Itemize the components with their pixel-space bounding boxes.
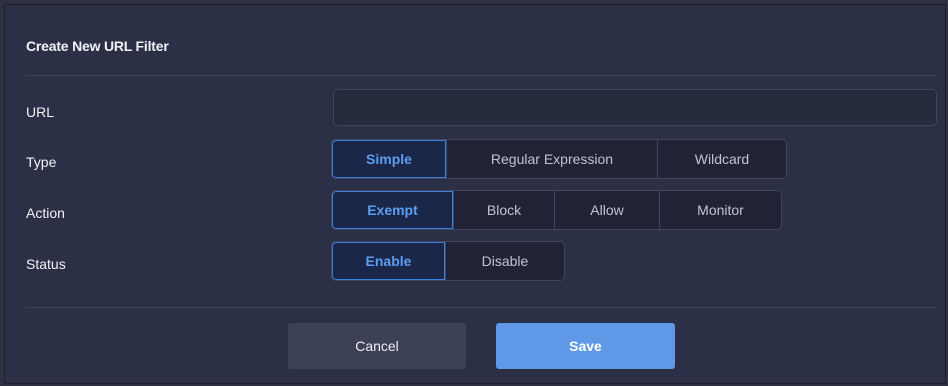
- action-segmented-control: Exempt Block Allow Monitor: [331, 190, 782, 230]
- type-segmented-control: Simple Regular Expression Wildcard: [331, 139, 787, 179]
- status-option-disable[interactable]: Disable: [445, 242, 564, 280]
- status-segmented-control: Enable Disable: [331, 241, 565, 281]
- url-label: URL: [26, 104, 55, 120]
- dialog-title: Create New URL Filter: [26, 38, 169, 54]
- type-option-wildcard[interactable]: Wildcard: [657, 140, 786, 178]
- status-label: Status: [26, 256, 66, 272]
- save-button[interactable]: Save: [496, 323, 675, 369]
- type-label: Type: [26, 154, 57, 170]
- status-option-enable[interactable]: Enable: [332, 242, 445, 280]
- url-input[interactable]: [333, 89, 937, 126]
- footer-divider: [26, 307, 937, 308]
- action-option-allow[interactable]: Allow: [554, 191, 659, 229]
- action-label: Action: [26, 205, 65, 221]
- create-url-filter-dialog: Create New URL Filter URL Type Simple Re…: [4, 4, 946, 384]
- type-option-regular-expression[interactable]: Regular Expression: [446, 140, 657, 178]
- header-divider: [26, 75, 937, 76]
- action-option-exempt[interactable]: Exempt: [332, 191, 453, 229]
- action-option-block[interactable]: Block: [453, 191, 554, 229]
- action-option-monitor[interactable]: Monitor: [659, 191, 781, 229]
- cancel-button[interactable]: Cancel: [288, 323, 466, 369]
- type-option-simple[interactable]: Simple: [332, 140, 446, 178]
